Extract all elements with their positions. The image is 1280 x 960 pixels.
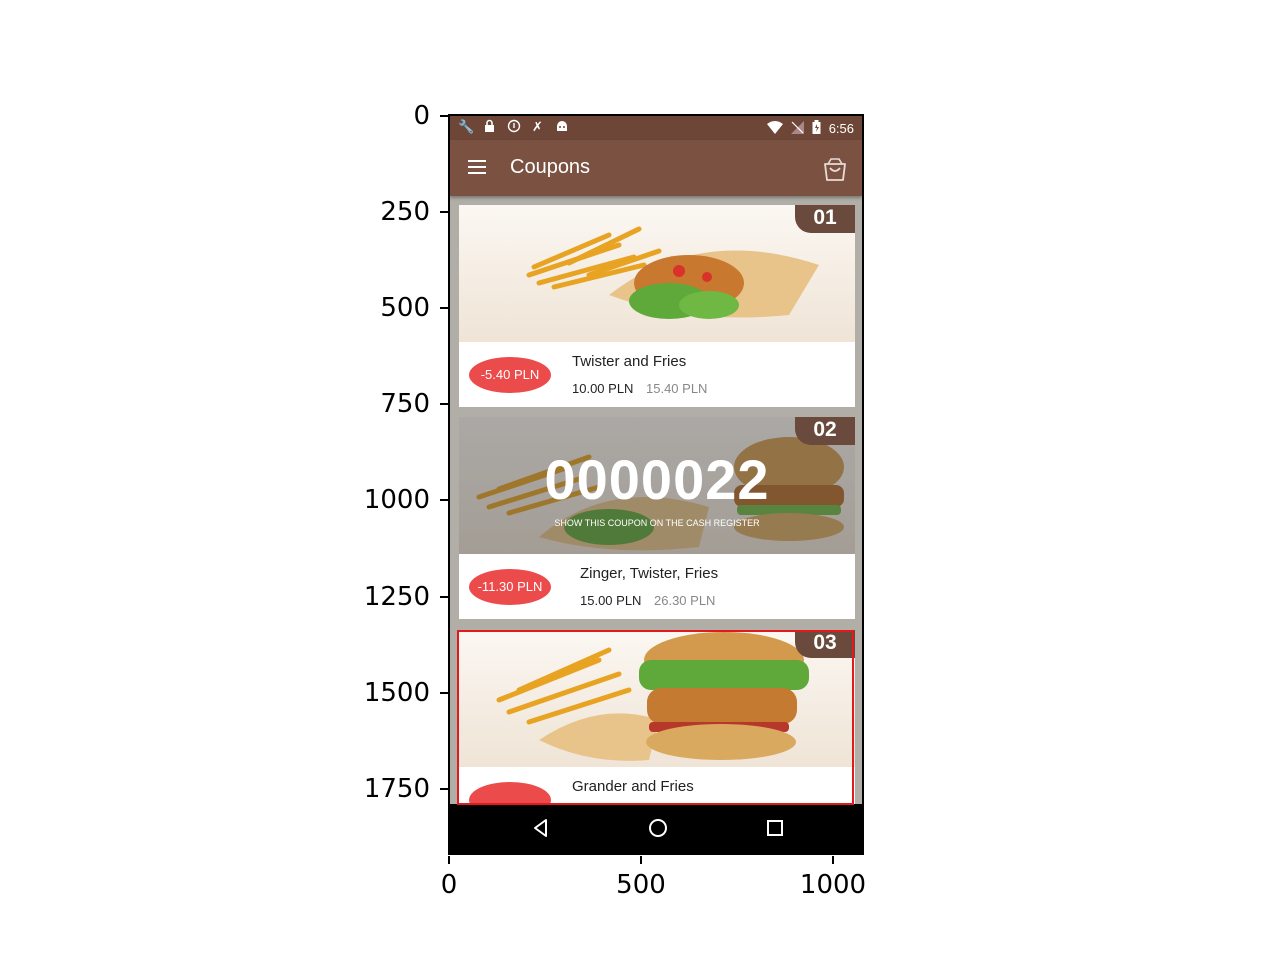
coupon-name: Twister and Fries bbox=[572, 353, 687, 370]
no-signal-icon bbox=[790, 120, 804, 137]
coupon-price: 10.00 PLN bbox=[572, 381, 634, 396]
tools-icon: ✗ bbox=[532, 119, 543, 134]
y-tick-label: 0 bbox=[413, 101, 430, 131]
back-icon[interactable] bbox=[529, 816, 553, 840]
shopping-bag-icon[interactable] bbox=[822, 156, 848, 182]
menu-icon[interactable] bbox=[468, 160, 486, 174]
app-bar: Coupons bbox=[450, 140, 862, 196]
coupon-info: Grander and Fries bbox=[459, 767, 855, 806]
discount-pill[interactable] bbox=[469, 782, 551, 806]
y-tick-label: 750 bbox=[380, 389, 430, 419]
coupon-name: Grander and Fries bbox=[572, 778, 694, 795]
y-tick-label: 1750 bbox=[363, 774, 430, 804]
y-tick-mark bbox=[440, 307, 448, 309]
y-tick-label: 1000 bbox=[363, 485, 430, 515]
y-tick-mark bbox=[440, 115, 448, 117]
wifi-icon bbox=[766, 120, 783, 137]
y-tick-mark bbox=[440, 211, 448, 213]
lock-icon bbox=[482, 119, 497, 134]
coupon-number-badge: 03 bbox=[795, 630, 855, 658]
x-tick-mark bbox=[448, 856, 450, 864]
x-tick-label: 500 bbox=[616, 870, 666, 900]
y-tick-label: 500 bbox=[380, 293, 430, 323]
coupon-name: Zinger, Twister, Fries bbox=[580, 565, 719, 582]
x-tick-mark bbox=[832, 856, 834, 864]
coupon-number-badge: 01 bbox=[795, 205, 855, 233]
y-tick-mark bbox=[440, 596, 448, 598]
discount-pill[interactable]: -11.30 PLN bbox=[469, 569, 551, 605]
coupon-card[interactable]: 03 Grander and Fries bbox=[459, 630, 855, 806]
coupon-image-zinger-twister-fries: 0000022 SHOW THIS COUPON ON THE CASH REG… bbox=[459, 417, 855, 554]
android-icon bbox=[554, 119, 569, 134]
discount-pill[interactable]: -5.40 PLN bbox=[469, 357, 551, 393]
y-tick-label: 1250 bbox=[363, 582, 430, 612]
phone-screen: 🔧 ✗ 6:56 Coupons 01 -5.40 PLN Twister an… bbox=[448, 114, 864, 855]
status-bar: 🔧 ✗ 6:56 bbox=[450, 116, 862, 140]
coupon-code-hint: SHOW THIS COUPON ON THE CASH REGISTER bbox=[554, 518, 760, 528]
coupon-card[interactable]: 01 -5.40 PLN Twister and Fries 10.00 PLN… bbox=[459, 205, 855, 407]
coupon-number-badge: 02 bbox=[795, 417, 855, 445]
home-icon[interactable] bbox=[646, 816, 670, 840]
y-tick-mark bbox=[440, 499, 448, 501]
coupon-card[interactable]: 0000022 SHOW THIS COUPON ON THE CASH REG… bbox=[459, 417, 855, 619]
coupon-old-price: 15.40 PLN bbox=[646, 381, 708, 396]
coupon-image-twister-fries bbox=[459, 205, 855, 342]
coupon-code: 0000022 bbox=[544, 448, 770, 511]
navigation-bar bbox=[450, 804, 862, 853]
recents-icon[interactable] bbox=[763, 816, 787, 840]
coupon-image-grander-fries bbox=[459, 630, 855, 767]
battery-icon bbox=[812, 120, 821, 137]
x-tick-label: 0 bbox=[440, 870, 458, 900]
y-tick-mark bbox=[440, 788, 448, 790]
coupon-info: -5.40 PLN Twister and Fries 10.00 PLN 15… bbox=[459, 342, 855, 407]
coupon-price: 15.00 PLN bbox=[580, 593, 642, 608]
coupon-list[interactable]: 01 -5.40 PLN Twister and Fries 10.00 PLN… bbox=[450, 196, 862, 806]
y-tick-mark bbox=[440, 403, 448, 405]
coupon-info: -11.30 PLN Zinger, Twister, Fries 15.00 … bbox=[459, 554, 855, 619]
y-tick-mark bbox=[440, 692, 448, 694]
x-tick-label: 1000 bbox=[799, 870, 867, 900]
y-tick-label: 1500 bbox=[363, 678, 430, 708]
x-tick-mark bbox=[640, 856, 642, 864]
status-time: 6:56 bbox=[828, 121, 854, 136]
y-tick-label: 250 bbox=[380, 197, 430, 227]
wrench-icon: 🔧 bbox=[458, 119, 475, 134]
page-title: Coupons bbox=[510, 156, 591, 178]
coupon-old-price: 26.30 PLN bbox=[654, 593, 716, 608]
info-icon bbox=[506, 119, 521, 134]
